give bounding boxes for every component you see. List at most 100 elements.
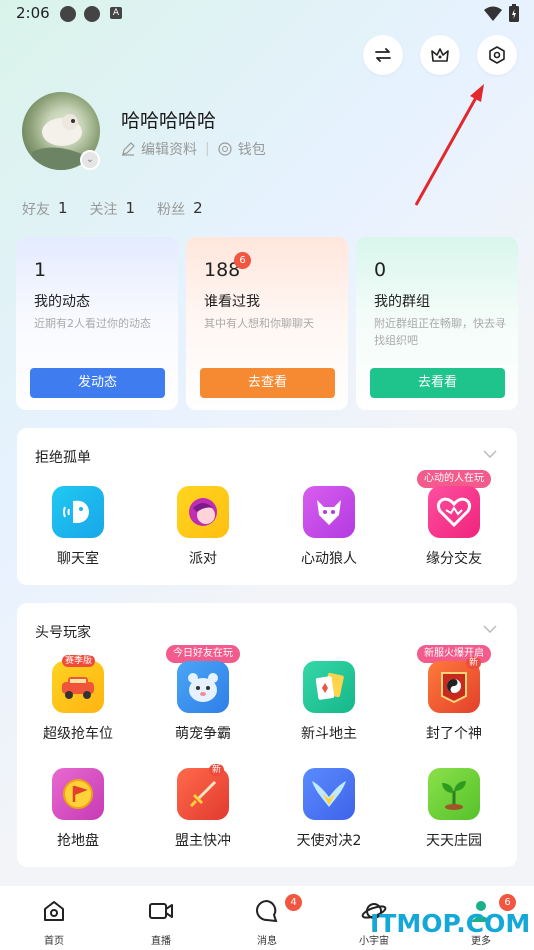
nav-label: 直播 — [151, 936, 171, 947]
pet-icon — [177, 661, 229, 713]
section-games: 头号玩家 赛季版 超级抢车位 今日好友在玩 萌宠争霸 新斗地主 新服火爆开启 新… — [17, 603, 517, 867]
section-social: 拒绝孤单 聊天室 派对 心动狼人 心动的人在玩 缘分交友 — [17, 428, 517, 585]
messages-badge: 4 — [285, 894, 302, 911]
chevron-down-icon[interactable] — [483, 450, 497, 458]
chevron-down-icon[interactable] — [483, 625, 497, 633]
app-mengzhu[interactable]: 新 盟主快冲 — [153, 764, 253, 850]
card-description: 附近群组正在畅聊，快去寻找组织吧 — [374, 317, 506, 347]
app-notification-icon — [60, 6, 76, 22]
swap-icon — [375, 48, 391, 62]
profile-actions: 编辑资料 | 钱包 — [121, 139, 266, 159]
stat-friends-label[interactable]: 好友 — [22, 199, 50, 219]
settings-button[interactable] — [477, 35, 517, 75]
app-label: 天使对决2 — [296, 833, 362, 849]
app-notification-icon — [84, 6, 100, 22]
app-match[interactable]: 心动的人在玩 缘分交友 — [404, 470, 504, 568]
app-angel[interactable]: 天使对决2 — [279, 768, 379, 850]
nav-messages[interactable]: 消息 4 — [227, 894, 307, 947]
vip-button[interactable] — [420, 35, 460, 75]
edit-profile-link[interactable]: 编辑资料 — [141, 139, 197, 159]
sword-icon: 新 — [177, 764, 229, 820]
angel-wings-icon — [303, 768, 355, 820]
edit-pencil-icon — [122, 142, 135, 156]
avatar-dropdown-icon[interactable]: ⌄ — [80, 150, 100, 170]
wifi-icon — [484, 6, 502, 21]
watermark: ITMOP.COM — [370, 909, 531, 938]
divider: | — [205, 141, 210, 157]
new-tag: 新 — [209, 764, 225, 776]
app-doudizhu[interactable]: 新斗地主 — [279, 661, 379, 743]
card-count: 0 — [374, 259, 387, 281]
card-my-groups[interactable]: 0 我的群组 附近群组正在畅聊，快去寻找组织吧 去看看 — [356, 237, 518, 410]
god-icon: 新 — [428, 657, 482, 713]
card-title: 我的动态 — [34, 294, 90, 310]
app-label: 心动狼人 — [301, 551, 357, 567]
app-territory[interactable]: 抢地盘 — [28, 768, 128, 850]
app-label: 盟主快冲 — [175, 833, 231, 849]
switch-account-button[interactable] — [363, 35, 403, 75]
nav-label: 消息 — [257, 936, 277, 947]
app-label: 新斗地主 — [301, 726, 357, 742]
view-visitors-button[interactable]: 去查看 — [200, 368, 335, 398]
app-pet[interactable]: 今日好友在玩 萌宠争霸 — [153, 645, 253, 743]
app-label: 萌宠争霸 — [175, 726, 231, 742]
stat-fans-value[interactable]: 2 — [193, 199, 203, 219]
party-icon — [177, 486, 229, 538]
username: 哈哈哈哈哈 — [121, 110, 217, 132]
app-label: 缘分交友 — [426, 551, 482, 567]
card-visitors[interactable]: 188 6 谁看过我 其中有人想和你聊聊天 去查看 — [186, 237, 348, 410]
app-werewolf[interactable]: 心动狼人 — [279, 486, 379, 568]
heart-match-icon — [428, 486, 480, 538]
card-my-posts[interactable]: 1 我的动态 近期有2人看过你的动态 发动态 — [16, 237, 178, 410]
app-parking[interactable]: 赛季版 超级抢车位 — [28, 655, 128, 743]
profile-stats: 好友 1 关注 1 粉丝 2 — [22, 199, 225, 219]
app-farm[interactable]: 天天庄园 — [404, 768, 504, 850]
message-bubble-icon — [256, 899, 278, 923]
card-count: 1 — [34, 259, 47, 281]
status-bar: 2:06 A — [0, 0, 534, 30]
visitor-badge: 6 — [234, 252, 251, 269]
section-title: 头号玩家 — [35, 625, 91, 641]
app-label: 聊天室 — [57, 551, 99, 567]
chat-room-icon — [52, 486, 104, 538]
nav-home[interactable]: 首页 — [14, 898, 94, 947]
card-title: 我的群组 — [374, 294, 430, 310]
stat-following-value[interactable]: 1 — [126, 199, 136, 219]
stat-following-label[interactable]: 关注 — [90, 199, 118, 219]
status-time: 2:06 — [16, 4, 50, 22]
wallet-coin-icon — [218, 142, 232, 156]
app-label: 抢地盘 — [57, 833, 99, 849]
card-title: 谁看过我 — [204, 294, 260, 310]
card-description: 近期有2人看过你的动态 — [34, 317, 151, 330]
territory-icon — [52, 768, 104, 820]
farm-sprout-icon — [428, 768, 480, 820]
battery-icon — [509, 4, 519, 22]
crown-icon — [431, 48, 449, 62]
nav-label: 首页 — [44, 936, 64, 947]
season-tag: 赛季版 — [62, 655, 96, 667]
new-tag: 新 — [466, 657, 482, 669]
home-icon — [44, 901, 64, 921]
post-button[interactable]: 发动态 — [30, 368, 165, 398]
app-chat-room[interactable]: 聊天室 — [28, 486, 128, 568]
card-description: 其中有人想和你聊聊天 — [204, 317, 314, 330]
hexagon-settings-icon — [489, 46, 505, 64]
app-label: 封了个神 — [426, 726, 482, 742]
app-label: 天天庄园 — [426, 833, 482, 849]
view-groups-button[interactable]: 去看看 — [370, 368, 505, 398]
section-title: 拒绝孤单 — [35, 450, 91, 466]
app-fengshen[interactable]: 新服火爆开启 新 封了个神 — [404, 645, 504, 743]
stat-friends-value[interactable]: 1 — [58, 199, 68, 219]
video-icon — [149, 903, 173, 919]
car-icon: 赛季版 — [52, 655, 104, 713]
werewolf-icon — [303, 486, 355, 538]
wallet-link[interactable]: 钱包 — [238, 139, 266, 159]
app-party[interactable]: 派对 — [153, 486, 253, 568]
cards-icon — [303, 661, 355, 713]
nav-live[interactable]: 直播 — [121, 898, 201, 947]
app-label: 超级抢车位 — [43, 726, 113, 742]
app-label: 派对 — [189, 551, 217, 567]
notification-a-icon: A — [110, 7, 122, 19]
annotation-arrow — [414, 84, 484, 206]
stat-fans-label[interactable]: 粉丝 — [157, 199, 185, 219]
